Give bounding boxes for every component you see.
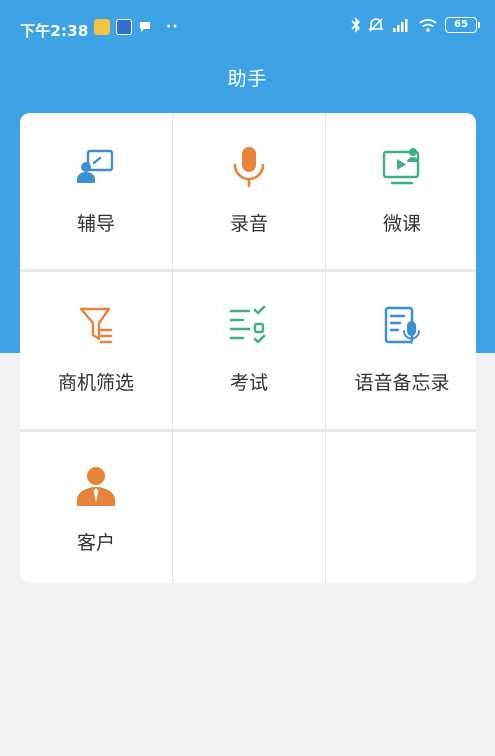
status-time: 下午2:38	[20, 22, 89, 40]
funnel-filter-icon	[79, 307, 113, 344]
tile-label: 录音	[229, 213, 268, 235]
empty-tile	[326, 432, 476, 583]
tile-label: 客户	[76, 532, 115, 554]
customer-person-icon	[77, 467, 115, 506]
tile-label: 微课	[382, 213, 421, 235]
tile-exam[interactable]: 考试	[173, 272, 325, 429]
exam-checklist-icon	[229, 305, 266, 344]
assistant-grid: 辅导 录音 微课 商机筛选 考试 语音备忘录 客户	[20, 113, 476, 583]
tile-customer[interactable]: 客户	[20, 432, 172, 583]
more-notifications-icon: ··	[166, 19, 179, 35]
notification-app-icon	[94, 19, 110, 35]
wifi-icon	[419, 19, 437, 32]
tile-label: 语音备忘录	[354, 372, 450, 394]
battery-icon: 65	[445, 17, 480, 33]
page-title: 助手	[227, 68, 268, 90]
mute-icon	[368, 18, 384, 32]
video-lesson-icon	[382, 148, 420, 185]
microphone-icon	[233, 147, 265, 188]
signal-icon	[393, 19, 408, 32]
tile-opportunity-filter[interactable]: 商机筛选	[20, 272, 172, 429]
tutoring-board-icon	[77, 149, 114, 183]
bluetooth-icon	[351, 17, 361, 33]
tile-label: 商机筛选	[57, 372, 134, 394]
notification-chat-icon	[140, 22, 150, 32]
notification-app-icon	[116, 19, 132, 35]
tile-tutoring[interactable]: 辅导	[20, 113, 172, 269]
status-notification-icons: ··	[94, 19, 179, 35]
tile-micro-lesson[interactable]: 微课	[326, 113, 476, 269]
voice-memo-icon	[384, 306, 420, 344]
tile-label: 辅导	[76, 213, 115, 235]
status-bar: 下午2:38 ·· 65	[0, 0, 495, 56]
tile-label: 考试	[229, 372, 268, 394]
tile-recording[interactable]: 录音	[173, 113, 325, 269]
status-system-icons: 65	[351, 17, 480, 33]
tile-voice-memo[interactable]: 语音备忘录	[326, 272, 476, 429]
empty-tile	[173, 432, 325, 583]
